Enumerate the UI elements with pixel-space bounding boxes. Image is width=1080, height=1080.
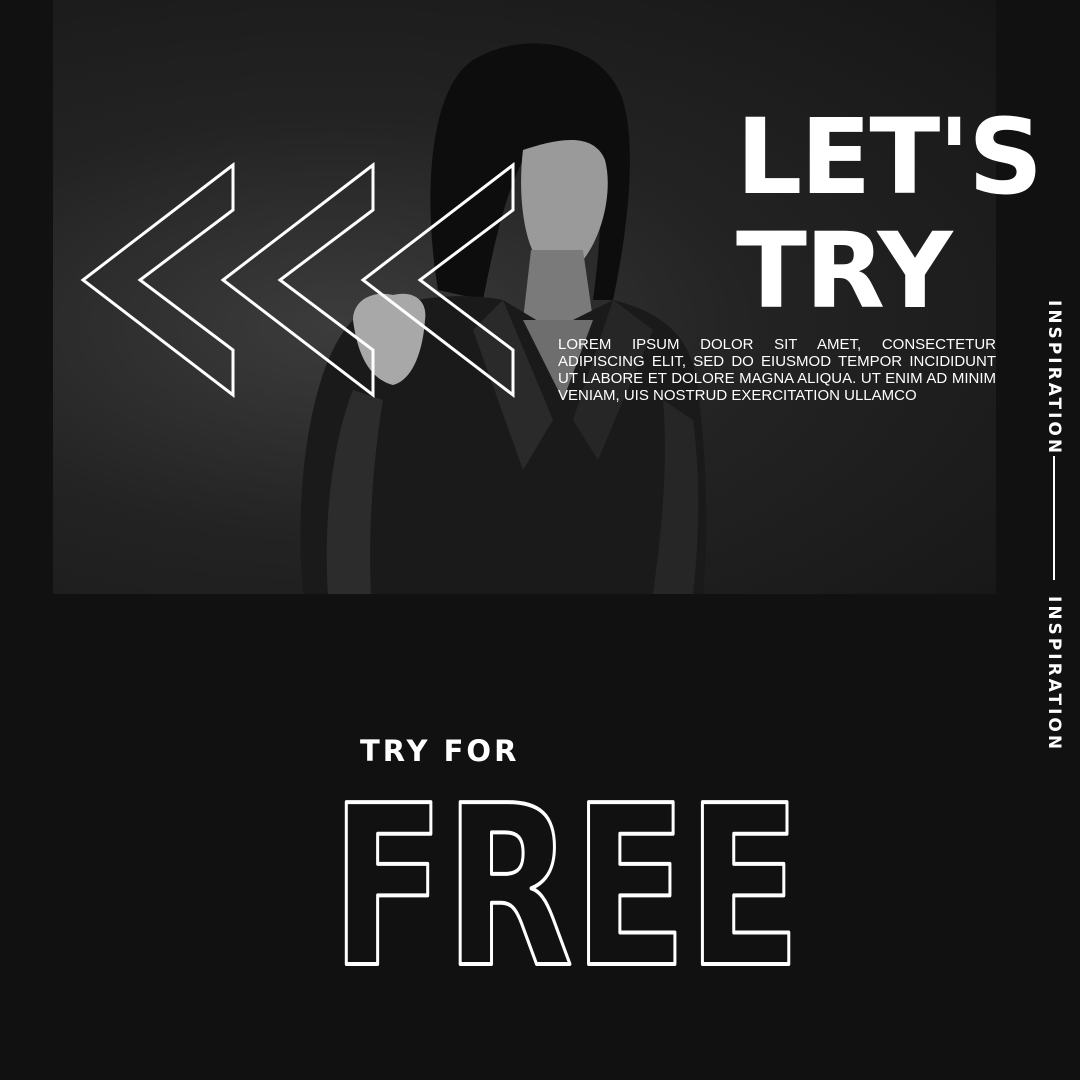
cta-pre-text: TRY FOR bbox=[360, 734, 520, 768]
side-label-bottom: INSPIRATION bbox=[1044, 596, 1064, 753]
chevron-left-icon bbox=[80, 161, 515, 399]
cta-free-label: FREE bbox=[331, 790, 801, 980]
poster-canvas: LET'S TRY LOREM IPSUM DOLOR SIT AMET, CO… bbox=[0, 0, 1080, 1080]
side-divider bbox=[1053, 456, 1055, 580]
headline: LET'S TRY bbox=[736, 96, 1043, 332]
side-label-top: INSPIRATION bbox=[1044, 300, 1064, 457]
body-text: LOREM IPSUM DOLOR SIT AMET, CONSECTETUR … bbox=[558, 336, 996, 404]
cta-free-text: FREE bbox=[329, 790, 803, 980]
headline-line-1: LET'S bbox=[736, 96, 1043, 218]
headline-line-2: TRY bbox=[736, 210, 953, 332]
